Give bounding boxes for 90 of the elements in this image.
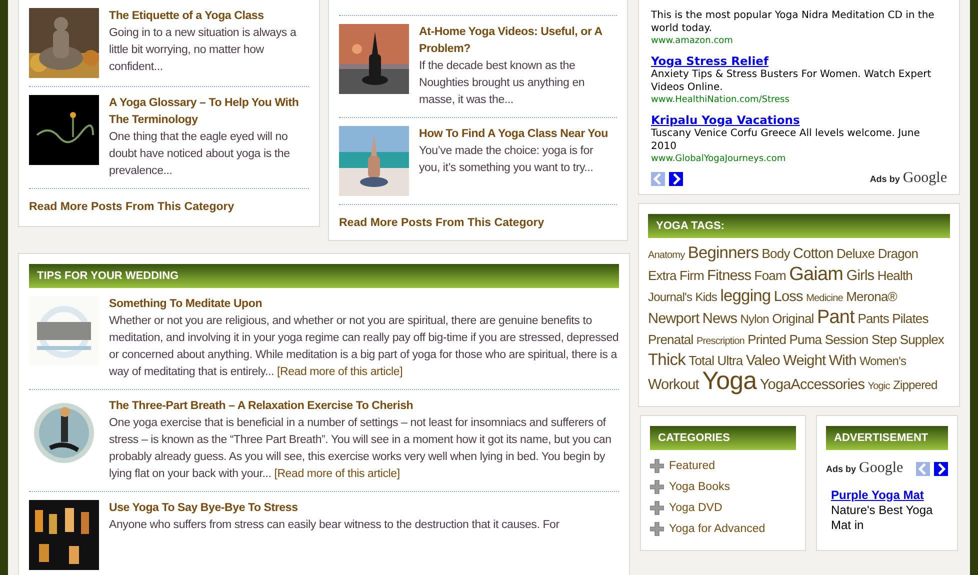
tag-link[interactable]: Newport bbox=[648, 310, 700, 326]
tag-link[interactable]: Step bbox=[871, 332, 897, 346]
read-more-link[interactable]: [Read more of this article] bbox=[274, 468, 400, 480]
ad-description: Anxiety Tips & Stress Busters For Women. Watch Expert Videos Online. bbox=[651, 69, 932, 94]
plus-icon bbox=[650, 501, 664, 515]
section-header: TIPS FOR YOUR WEDDING bbox=[29, 264, 619, 288]
ad-title-link[interactable]: Kripalu Yoga Vacations bbox=[651, 112, 800, 126]
tag-link[interactable]: Puma bbox=[789, 332, 822, 346]
tag-link[interactable]: Merona® bbox=[846, 288, 897, 304]
tag-link[interactable]: Health bbox=[877, 268, 913, 282]
section-header: CATEGORIES bbox=[650, 426, 796, 450]
tag-link[interactable]: With bbox=[828, 352, 856, 368]
post-title-link[interactable]: How To Find A Yoga Class Near You bbox=[419, 126, 617, 143]
tag-link[interactable]: Extra Firm bbox=[648, 268, 704, 282]
tag-link[interactable]: Prenatal bbox=[648, 332, 694, 346]
post-excerpt: One yoga exercise that is beneficial in a number of settings – not least for insomniacs and sufferers of stress – is known as the “Three Part Breath”. You will see in a moment how it got its name, but you can probably already guess. As you will see, this exercise works very well when lying in bed. You begin by lying flat on your back with your... [Read more of this article] bbox=[109, 416, 612, 482]
tag-link[interactable]: Cotton bbox=[793, 246, 834, 262]
next-button[interactable] bbox=[934, 462, 948, 476]
tag-link[interactable]: Anatomy bbox=[648, 250, 685, 260]
plus-icon bbox=[650, 522, 664, 536]
tag-link[interactable]: Yogic bbox=[868, 380, 890, 392]
post-excerpt: Anyone who suffers from stress can easily bear witness to the destruction that it causes. For bbox=[109, 518, 560, 533]
category-link[interactable]: Yoga Books bbox=[669, 478, 730, 496]
tag-link[interactable]: Supplex bbox=[900, 332, 944, 346]
post-excerpt: Whether or not you are religious, and whether or not you are spiritual, there are genuine benefits to meditation, and involving it in your yoga regime can really pay off big-time if you are stressed, depressed or concerned about anything. While meditation is a big part of yoga for those who are spiritual, there is a way of meditating that is entirely... [Read more of this article] bbox=[109, 314, 619, 380]
ad-title-link[interactable]: Yoga Stress Relief bbox=[651, 54, 768, 68]
ad-description: Nature's Best Yoga Mat in bbox=[831, 502, 934, 532]
post-excerpt: You’ve made the choice: yoga is for you, it’s something you want to try... bbox=[419, 144, 594, 176]
ads-label: Ads by bbox=[870, 172, 900, 186]
tag-link[interactable]: Foam bbox=[754, 268, 786, 282]
tag-link[interactable]: Ultra bbox=[717, 352, 743, 368]
post-title-link[interactable]: Something To Meditate Upon bbox=[109, 296, 619, 313]
post-title-link[interactable]: Use Yoga To Say Bye-Bye To Stress bbox=[109, 500, 619, 517]
post-title-link[interactable]: A Yoga Glossary – To Help You With The Terminology bbox=[109, 95, 309, 129]
tag-link[interactable]: Valeo bbox=[746, 352, 780, 368]
tag-link[interactable]: Pilates bbox=[892, 310, 928, 326]
tag-link[interactable]: Nylon bbox=[740, 312, 769, 326]
post-excerpt: One thing that the eagle eyed will no doubt have noticed about yoga is the prevalence... bbox=[109, 130, 291, 179]
tag-link[interactable]: Journal's bbox=[648, 290, 692, 304]
tag-link[interactable]: Yoga bbox=[702, 366, 757, 394]
tag-link[interactable]: Beginners bbox=[688, 244, 759, 262]
post-title-link[interactable]: The Etiquette of a Yoga Class bbox=[109, 8, 309, 25]
next-button[interactable] bbox=[669, 172, 683, 186]
tag-link[interactable]: Body bbox=[762, 246, 790, 260]
ad-title-link[interactable]: Purple Yoga Mat bbox=[831, 488, 924, 502]
tag-link[interactable]: News bbox=[702, 310, 738, 326]
read-more-link[interactable]: [Read more of this article] bbox=[276, 366, 403, 378]
tag-link[interactable]: Loss bbox=[774, 288, 803, 304]
post-title-link[interactable]: The Three-Part Breath – A Relaxation Exercise To Cherish bbox=[109, 398, 619, 415]
ad-url: www.HealthiNation.com/Stress bbox=[651, 94, 790, 106]
more-posts-link[interactable]: Read More Posts From This Category bbox=[29, 199, 234, 216]
plus-icon bbox=[650, 480, 664, 494]
tag-link[interactable]: Deluxe bbox=[836, 246, 875, 260]
tag-link[interactable]: Printed bbox=[748, 332, 786, 346]
tag-link[interactable]: Zippered bbox=[893, 378, 938, 392]
section-header: ADVERTISEMENT bbox=[826, 426, 948, 450]
tag-link[interactable]: Kids bbox=[695, 290, 718, 304]
plus-icon bbox=[650, 459, 664, 473]
ads-label: Ads by bbox=[826, 462, 856, 476]
tag-link[interactable]: Total bbox=[688, 352, 714, 368]
more-posts-link[interactable]: Read More Posts From This Category bbox=[339, 215, 544, 232]
brand-logo: Google bbox=[859, 460, 904, 476]
tag-link[interactable]: Dragon bbox=[878, 246, 918, 260]
tag-link[interactable]: Girls bbox=[846, 268, 874, 284]
tag-link[interactable]: Pant bbox=[816, 306, 854, 328]
tag-link[interactable]: Fitness bbox=[707, 268, 752, 284]
tag-link[interactable]: Women's bbox=[859, 354, 906, 368]
tag-link[interactable]: Session bbox=[824, 332, 868, 346]
tag-link[interactable]: Workout bbox=[648, 376, 699, 392]
post-excerpt: Going in to a new situation is always a little bit worrying, no matter how confident... bbox=[109, 26, 298, 75]
tag-link[interactable]: Thick bbox=[648, 350, 686, 368]
category-link[interactable]: Yoga DVD bbox=[669, 500, 722, 516]
ad-description: This is the most popular Yoga Nidra Meditation CD in the world today. bbox=[651, 10, 936, 35]
brand-logo: Google bbox=[902, 170, 947, 186]
tag-link[interactable]: Medicine bbox=[806, 292, 843, 304]
section-header: YOGA TAGS: bbox=[648, 214, 950, 238]
ad-description: Tuscany Venice Corfu Greece All levels welcome. June 2010 bbox=[651, 128, 921, 153]
ad-url: www.GlobalYogaJourneys.com bbox=[651, 153, 787, 166]
tag-link[interactable]: Gaiam bbox=[789, 264, 844, 284]
category-link[interactable]: Yoga for Advanced bbox=[669, 520, 766, 538]
post-excerpt: If the decade best known as the Noughties brought us anything en masse, it was the... bbox=[419, 59, 586, 108]
post-title-link[interactable]: At-Home Yoga Videos: Useful, or A Problem? bbox=[419, 24, 617, 58]
tag-link[interactable]: Weight bbox=[783, 352, 826, 368]
tag-link[interactable]: Pants bbox=[858, 310, 889, 326]
tag-link[interactable]: Original bbox=[772, 310, 814, 326]
tag-link[interactable]: legging bbox=[720, 286, 771, 304]
category-link[interactable]: Featured bbox=[669, 458, 716, 474]
tag-link[interactable]: YogaAccessories bbox=[760, 376, 865, 392]
tag-link[interactable]: Prescription bbox=[696, 336, 744, 346]
ad-url: www.amazon.com bbox=[651, 35, 734, 48]
